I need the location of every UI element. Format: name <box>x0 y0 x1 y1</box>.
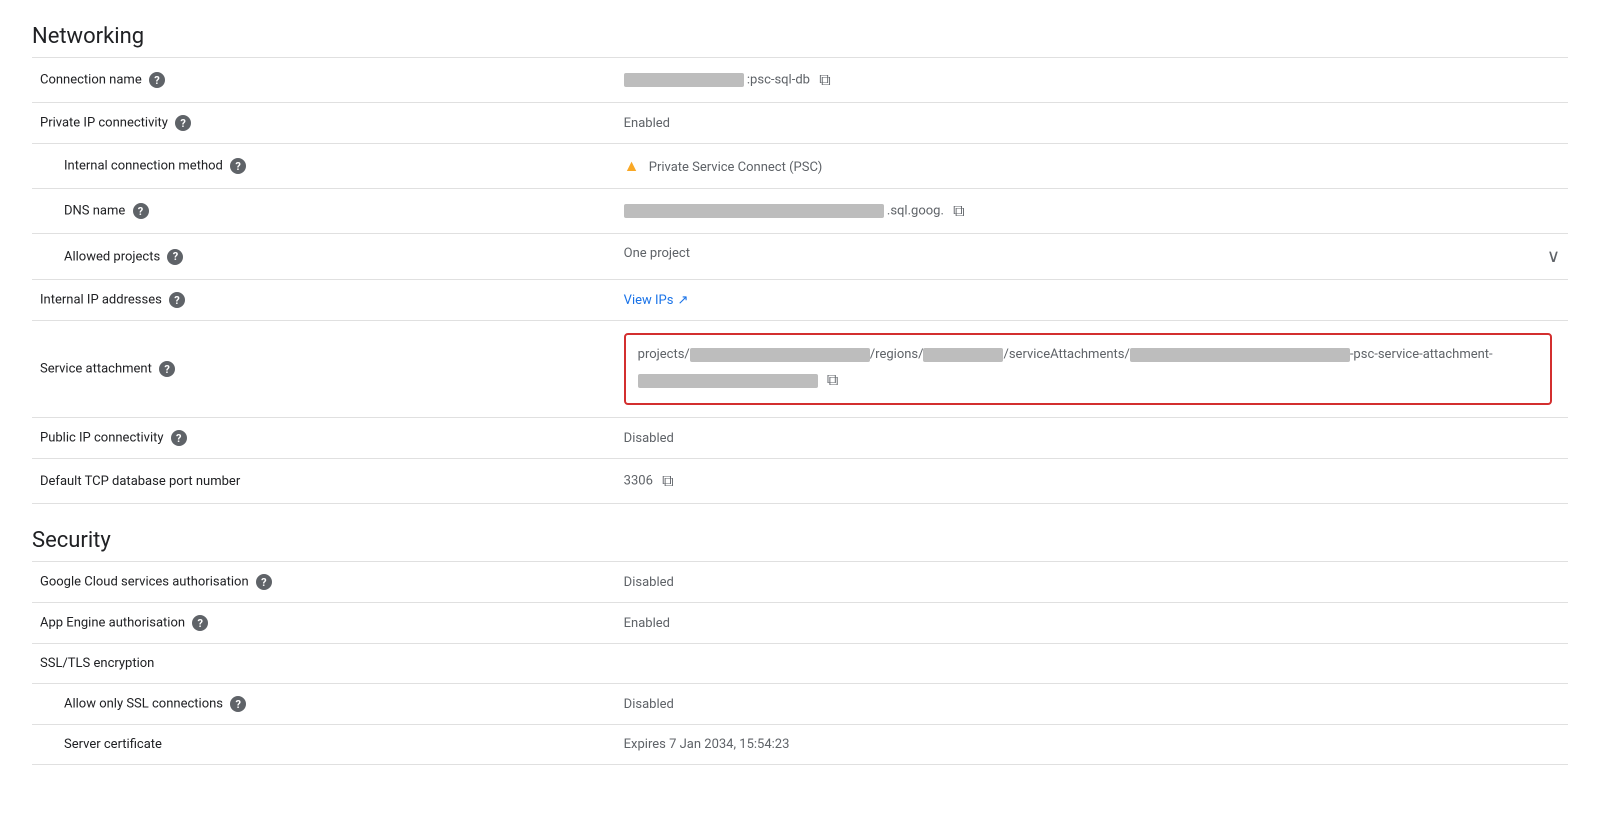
table-row: Google Cloud services authorisation ? Di… <box>32 562 1568 603</box>
table-row: Connection name ? :psc-sql-db ⧉ <box>32 58 1568 103</box>
app-engine-label: App Engine authorisation ? <box>32 603 616 644</box>
tcp-port-value: 3306 ⧉ <box>616 459 1568 504</box>
public-ip-label: Public IP connectivity ? <box>32 418 616 459</box>
dns-name-suffix: .sql.goog. <box>887 203 944 218</box>
gcs-auth-value: Disabled <box>616 562 1568 603</box>
warning-icon: ▲ <box>624 156 640 175</box>
internal-connection-help-icon[interactable]: ? <box>230 158 246 174</box>
dns-name-value: .sql.goog. ⧉ <box>616 189 1568 234</box>
table-row: Service attachment ? projects//regions//… <box>32 321 1568 418</box>
allow-ssl-help-icon[interactable]: ? <box>230 696 246 712</box>
allowed-projects-value: One project ∨ <box>616 234 1568 280</box>
tcp-port-copy-icon[interactable]: ⧉ <box>662 471 673 491</box>
server-cert-label: Server certificate <box>32 725 616 765</box>
sa-attachment-redacted <box>1130 348 1350 362</box>
internal-connection-label: Internal connection method ? <box>32 144 616 189</box>
allowed-projects-expand-icon[interactable]: ∨ <box>1547 246 1560 267</box>
ssl-tls-value <box>616 644 1568 684</box>
table-row: Internal connection method ? ▲ Private S… <box>32 144 1568 189</box>
gcs-auth-help-icon[interactable]: ? <box>256 574 272 590</box>
table-row: Server certificate Expires 7 Jan 2034, 1… <box>32 725 1568 765</box>
dns-name-label: DNS name ? <box>32 189 616 234</box>
private-ip-label: Private IP connectivity ? <box>32 103 616 144</box>
tcp-port-label: Default TCP database port number <box>32 459 616 504</box>
networking-table: Connection name ? :psc-sql-db ⧉ Private … <box>32 57 1568 504</box>
allowed-projects-help-icon[interactable]: ? <box>167 249 183 265</box>
public-ip-help-icon[interactable]: ? <box>171 430 187 446</box>
app-engine-value: Enabled <box>616 603 1568 644</box>
service-attachment-box: projects//regions//serviceAttachments/-p… <box>624 333 1552 405</box>
networking-title: Networking <box>32 24 1568 49</box>
private-ip-help-icon[interactable]: ? <box>175 115 191 131</box>
service-attachment-help-icon[interactable]: ? <box>159 361 175 377</box>
service-attachment-copy-icon[interactable]: ⧉ <box>827 366 838 395</box>
app-engine-help-icon[interactable]: ? <box>192 615 208 631</box>
view-ips-link[interactable]: View IPs ↗ <box>624 293 689 308</box>
table-row: SSL/TLS encryption <box>32 644 1568 684</box>
connection-name-suffix: :psc-sql-db <box>747 72 810 87</box>
sa-attachment-suffix-redacted <box>638 374 818 388</box>
sa-project-redacted <box>690 348 870 362</box>
table-row: Default TCP database port number 3306 ⧉ <box>32 459 1568 504</box>
connection-name-help-icon[interactable]: ? <box>149 72 165 88</box>
table-row: Allow only SSL connections ? Disabled <box>32 684 1568 725</box>
dns-name-help-icon[interactable]: ? <box>133 203 149 219</box>
internal-ip-help-icon[interactable]: ? <box>169 292 185 308</box>
internal-ip-label: Internal IP addresses ? <box>32 280 616 321</box>
security-table: Google Cloud services authorisation ? Di… <box>32 561 1568 765</box>
sa-region-redacted <box>923 348 1003 362</box>
connection-name-copy-icon[interactable]: ⧉ <box>819 70 830 90</box>
dns-name-redacted <box>624 204 884 218</box>
gcs-auth-label: Google Cloud services authorisation ? <box>32 562 616 603</box>
connection-name-label: Connection name ? <box>32 58 616 103</box>
table-row: App Engine authorisation ? Enabled <box>32 603 1568 644</box>
allow-ssl-label: Allow only SSL connections ? <box>32 684 616 725</box>
service-attachment-value: projects//regions//serviceAttachments/-p… <box>616 321 1568 418</box>
private-ip-value: Enabled <box>616 103 1568 144</box>
allowed-projects-label: Allowed projects ? <box>32 234 616 280</box>
server-cert-value: Expires 7 Jan 2034, 15:54:23 <box>616 725 1568 765</box>
table-row: Internal IP addresses ? View IPs ↗ <box>32 280 1568 321</box>
allow-ssl-value: Disabled <box>616 684 1568 725</box>
table-row: DNS name ? .sql.goog. ⧉ <box>32 189 1568 234</box>
service-attachment-label: Service attachment ? <box>32 321 616 418</box>
connection-name-value: :psc-sql-db ⧉ <box>616 58 1568 103</box>
internal-ip-value: View IPs ↗ <box>616 280 1568 321</box>
public-ip-value: Disabled <box>616 418 1568 459</box>
security-title: Security <box>32 504 1568 561</box>
connection-name-redacted <box>624 73 744 87</box>
table-row: Allowed projects ? One project ∨ <box>32 234 1568 280</box>
table-row: Private IP connectivity ? Enabled <box>32 103 1568 144</box>
internal-connection-value: ▲ Private Service Connect (PSC) <box>616 144 1568 189</box>
table-row: Public IP connectivity ? Disabled <box>32 418 1568 459</box>
external-link-icon: ↗ <box>677 293 688 308</box>
dns-name-copy-icon[interactable]: ⧉ <box>953 201 964 221</box>
ssl-tls-label: SSL/TLS encryption <box>32 644 616 684</box>
